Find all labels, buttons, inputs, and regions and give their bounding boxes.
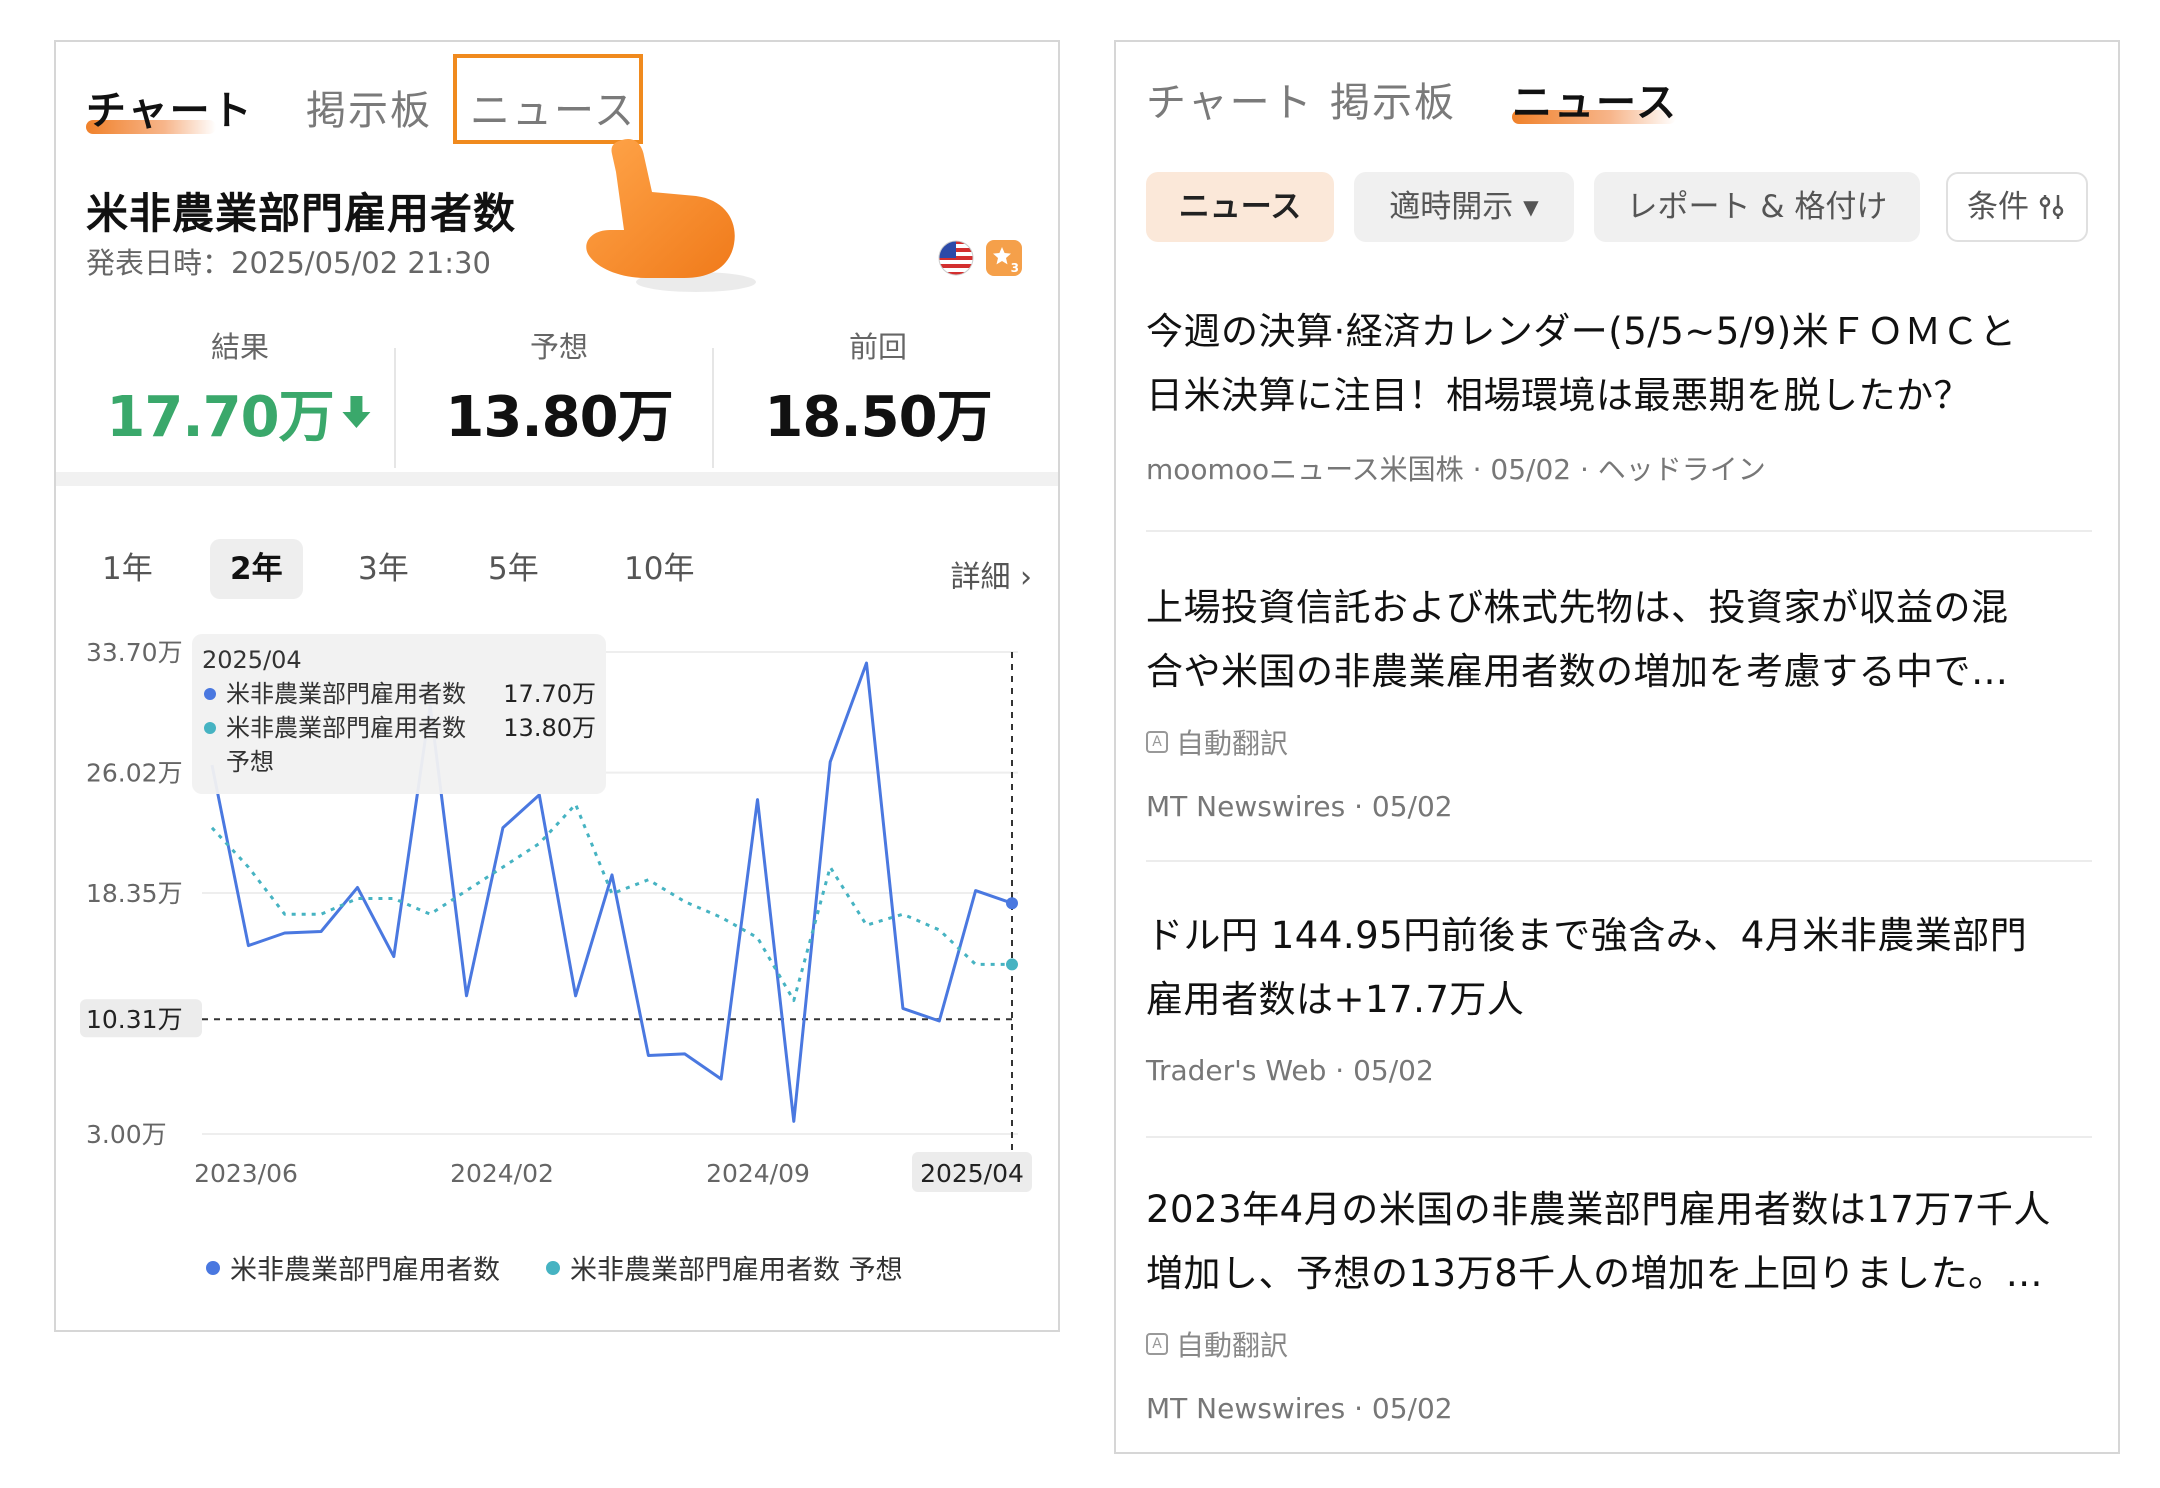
tab-board[interactable]: 掲示板 xyxy=(1330,70,1456,128)
chart-panel: チャート 掲示板 ニュース 米非農業部門雇用者数 発表日時：2025/05/02… xyxy=(54,40,1060,1332)
x-tick-label: 2025/04 xyxy=(920,1159,1024,1188)
news-item[interactable]: 上場投資信託および株式先物は、投資家が収益の混 合や米国の非農業雇用者数の増加を… xyxy=(1146,576,2092,823)
point-forecast-last xyxy=(1006,958,1018,971)
news-separator xyxy=(1146,1136,2092,1138)
auto-translate-icon: A xyxy=(1146,731,1168,753)
news-title-line: 日米決算に注目！相場環境は最悪期を脱したか？ xyxy=(1146,374,1971,417)
tooltip-dot xyxy=(204,722,216,734)
news-item[interactable]: 今週の決算·経済カレンダー(5/5~5/9)米ＦＯＭＣと 日米決算に注目！相場環… xyxy=(1146,300,2092,488)
tab-news[interactable]: ニュース xyxy=(1512,70,1678,128)
tab-chart[interactable]: チャート xyxy=(1146,70,1314,128)
y-tick-label: 33.70万 xyxy=(86,638,183,667)
tooltip-series-name: 米非農業部門雇用者数 xyxy=(226,680,466,708)
legend-dot-actual xyxy=(206,1260,220,1275)
news-item[interactable]: 2023年4月の米国の非農業部門雇用者数は17万7千人 増加し、予想の13万8千… xyxy=(1146,1178,2092,1425)
tooltip-dot xyxy=(204,688,216,700)
filter-sliders-icon xyxy=(2039,195,2064,219)
news-title-line: 増加し、予想の13万8千人の増加を上回りました。… xyxy=(1146,1252,2044,1295)
news-title-line: 上場投資信託および株式先物は、投資家が収益の混 xyxy=(1146,586,2009,629)
news-title[interactable]: 2023年4月の米国の非農業部門雇用者数は17万7千人 増加し、予想の13万8千… xyxy=(1146,1178,2092,1306)
y-tick-label: 26.02万 xyxy=(86,759,183,788)
legend-forecast: 米非農業部門雇用者数 予想 xyxy=(546,1248,903,1287)
news-title-line: 合や米国の非農業雇用者数の増加を考慮する中で… xyxy=(1146,650,2009,693)
auto-translate-text: 自動翻訳 xyxy=(1176,727,1289,760)
x-tick-label: 2023/06 xyxy=(194,1159,298,1188)
news-meta: moomooニュース米国株 · 05/02 · ヘッドライン xyxy=(1146,453,1766,486)
legend-dot-forecast xyxy=(546,1260,560,1275)
auto-translate-icon: A xyxy=(1146,1333,1168,1355)
tooltip-date: 2025/04 xyxy=(202,646,302,674)
news-title-line: 雇用者数は+17.7万人 xyxy=(1146,978,1525,1021)
auto-translate-text: 自動翻訳 xyxy=(1176,1329,1289,1362)
news-meta: Trader's Web · 05/02 xyxy=(1146,1054,1434,1087)
line-chart: 33.70万 26.02万 18.35万 10.31万 3.00万 2023/06 2024… xyxy=(80,634,1032,1192)
tooltip-series-name: 米非農業部門雇用者数 xyxy=(226,714,466,742)
legend-label-actual: 米非農業部門雇用者数 xyxy=(230,1255,500,1286)
filter-reports[interactable]: レポート & 格付け xyxy=(1594,172,1920,242)
tooltip-extra: 予想 xyxy=(226,748,274,776)
news-title-line: ドル円 144.95円前後まで強含み、4月米非農業部門 xyxy=(1146,914,2028,957)
news-meta: MT Newswires · 05/02 xyxy=(1146,1392,1453,1425)
auto-translate-label: A 自動翻訳 xyxy=(1146,1324,2092,1364)
legend-actual: 米非農業部門雇用者数 xyxy=(206,1248,500,1287)
y-tick-label: 18.35万 xyxy=(86,879,183,908)
filter-conditions[interactable]: 条件 xyxy=(1946,172,2088,242)
news-title[interactable]: 上場投資信託および株式先物は、投資家が収益の混 合や米国の非農業雇用者数の増加を… xyxy=(1146,576,2092,704)
x-tick-label: 2024/09 xyxy=(706,1159,810,1188)
filter-conditions-label: 条件 xyxy=(1967,189,2029,225)
news-title-line: 2023年4月の米国の非農業部門雇用者数は17万7千人 xyxy=(1146,1188,2051,1231)
filter-disclosure[interactable]: 適時開示 ▾ xyxy=(1354,172,1574,242)
legend-label-forecast: 米非農業部門雇用者数 予想 xyxy=(570,1255,903,1286)
filter-news[interactable]: ニュース xyxy=(1146,172,1334,242)
news-item[interactable]: ドル円 144.95円前後まで強含み、4月米非農業部門 雇用者数は+17.7万人… xyxy=(1146,904,2092,1087)
news-title-line: 今週の決算·経済カレンダー(5/5~5/9)米ＦＯＭＣと xyxy=(1146,310,2017,353)
news-panel: チャート 掲示板 ニュース ニュース 適時開示 ▾ レポート & 格付け 条件 … xyxy=(1114,40,2120,1454)
news-separator xyxy=(1146,530,2092,532)
y-tick-label: 10.31万 xyxy=(86,1005,183,1034)
news-title[interactable]: ドル円 144.95円前後まで強含み、4月米非農業部門 雇用者数は+17.7万人 xyxy=(1146,904,2092,1032)
tooltip-value: 17.70万 xyxy=(503,680,596,708)
point-actual-last xyxy=(1006,897,1018,910)
news-separator xyxy=(1146,860,2092,862)
x-tick-label: 2024/02 xyxy=(450,1159,554,1188)
y-tick-label: 3.00万 xyxy=(86,1120,167,1149)
news-meta: MT Newswires · 05/02 xyxy=(1146,790,1453,823)
tooltip-value: 13.80万 xyxy=(503,714,596,742)
auto-translate-label: A 自動翻訳 xyxy=(1146,722,2092,762)
news-title[interactable]: 今週の決算·経済カレンダー(5/5~5/9)米ＦＯＭＣと 日米決算に注目！相場環… xyxy=(1146,300,2092,428)
